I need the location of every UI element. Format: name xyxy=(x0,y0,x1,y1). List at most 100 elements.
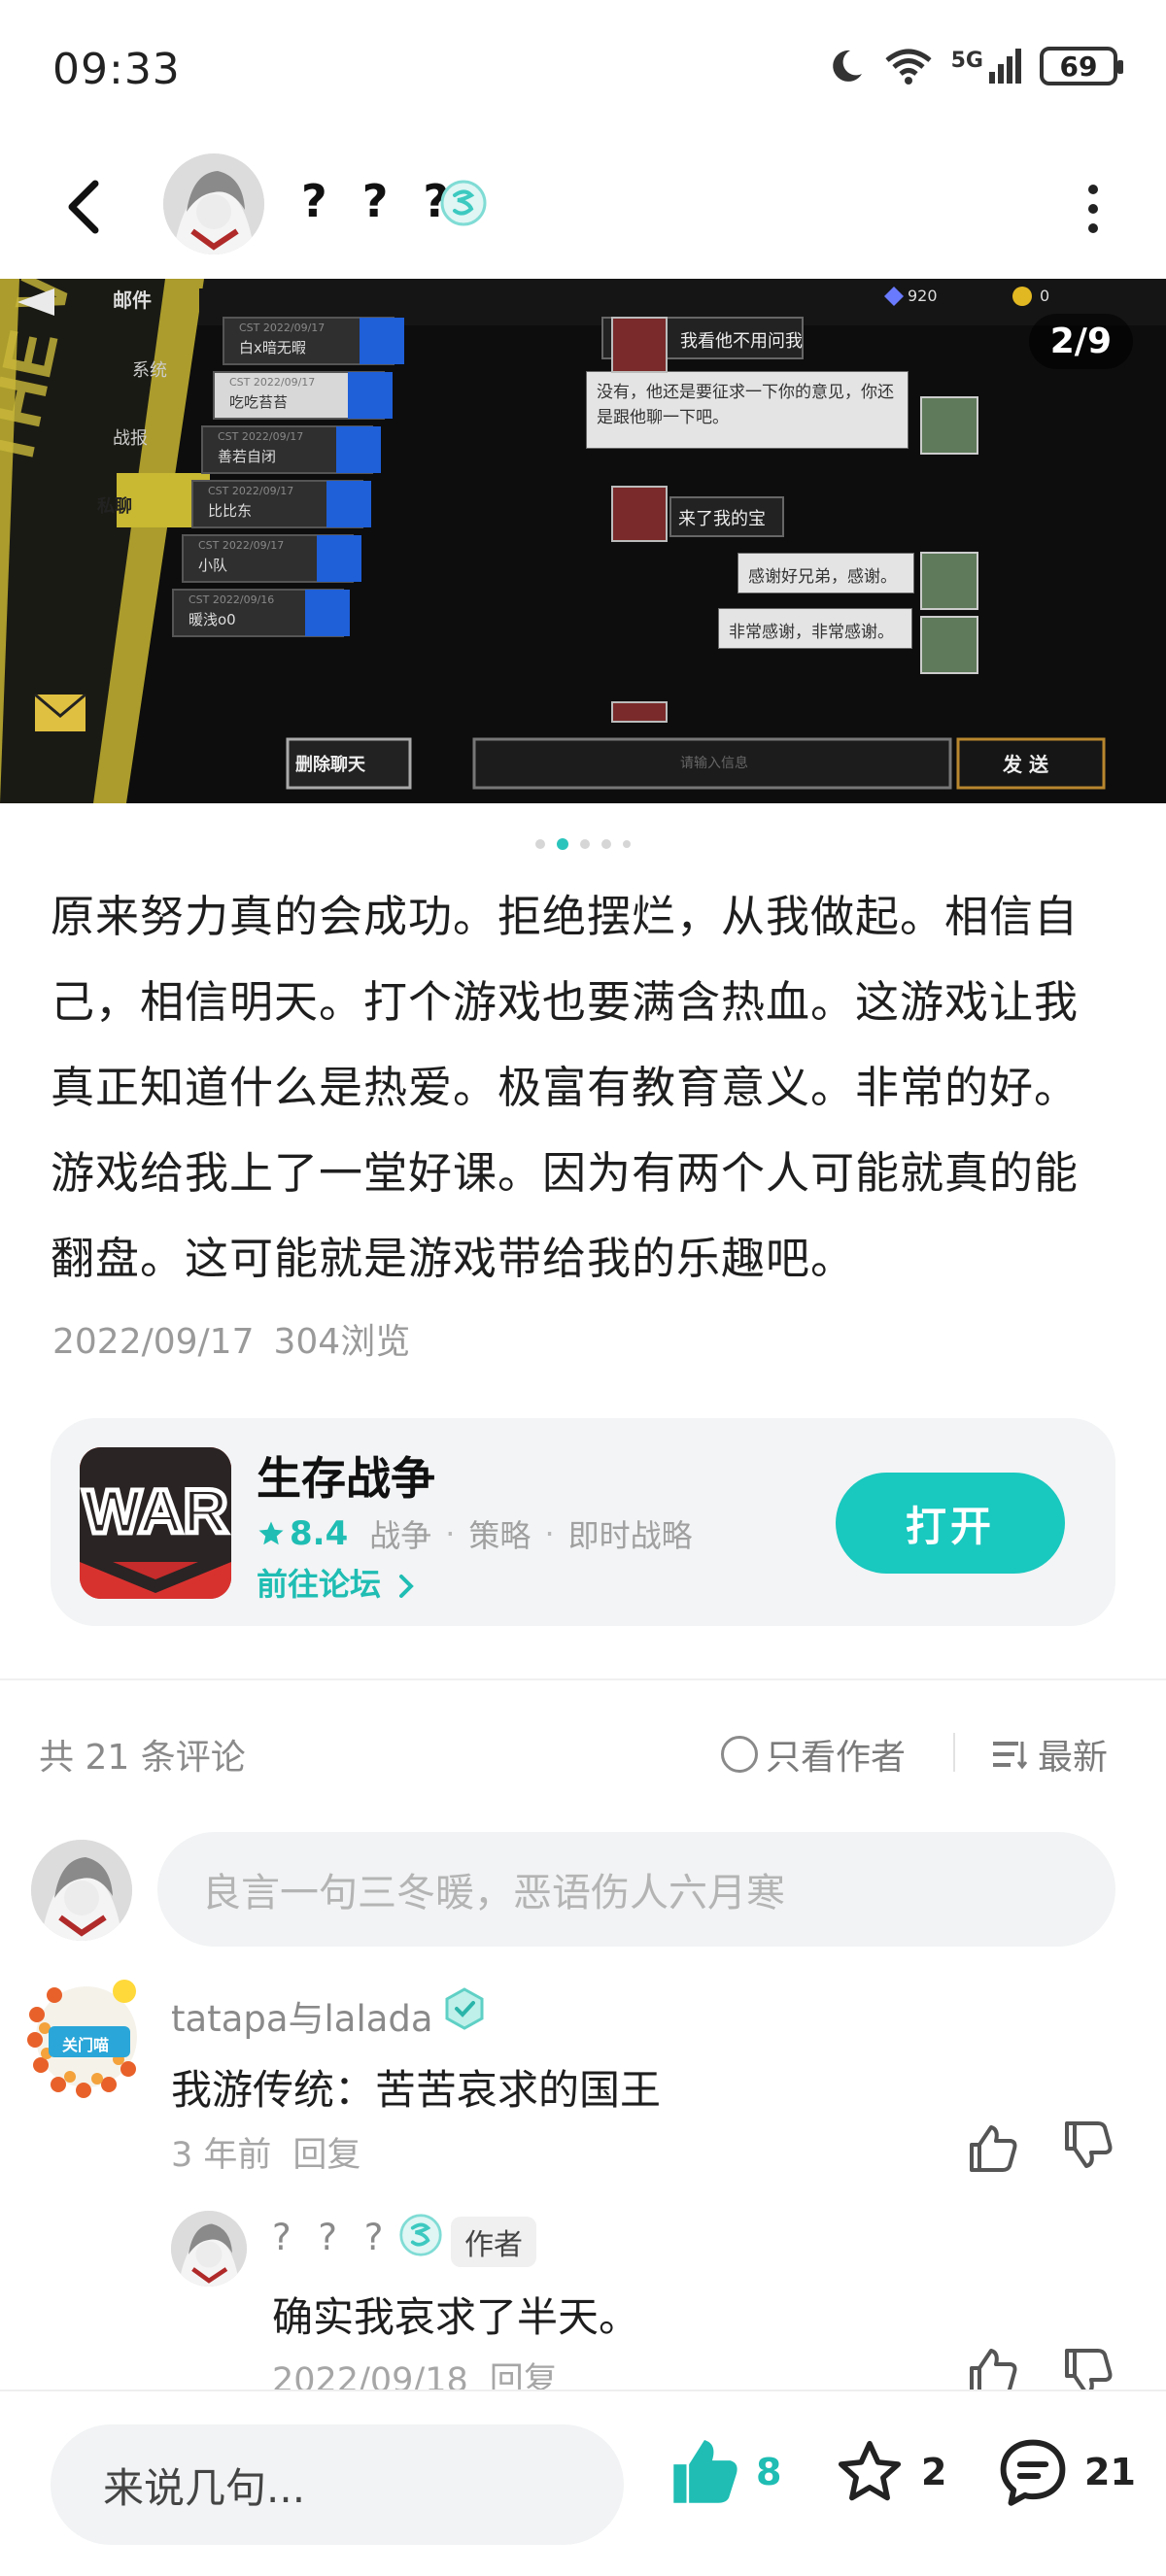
sort-icon xyxy=(993,1742,1028,1770)
commenter-name[interactable]: tatapa与lalada xyxy=(171,1989,433,2042)
level-badge-icon xyxy=(399,2214,442,2256)
like-button[interactable]: 8 xyxy=(669,2436,781,2508)
like-count: 8 xyxy=(756,2451,782,2493)
carousel-dot[interactable] xyxy=(601,839,611,849)
game-mail-name-2: 吃吃苔苔 xyxy=(229,393,289,411)
game-tag: 策略 xyxy=(468,1517,532,1554)
wifi-icon xyxy=(885,49,932,85)
author-only-toggle[interactable]: 只看作者 xyxy=(721,1729,906,1779)
author-avatar[interactable] xyxy=(163,153,264,254)
carousel-dots xyxy=(0,838,1166,850)
carousel-dot[interactable] xyxy=(580,839,590,849)
thumbs-down-icon[interactable] xyxy=(1061,2118,1115,2172)
game-tag: 即时战略 xyxy=(567,1517,693,1554)
comment-meta: 3 年前 回复 xyxy=(171,2127,360,2177)
post-image-carousel[interactable]: THE WAR xyxy=(0,279,1166,803)
header-separator xyxy=(953,1733,955,1772)
back-arrow-icon xyxy=(68,180,99,234)
reply-text: 确实我哀求了半天。 xyxy=(272,2293,640,2341)
comment-input[interactable]: 良言一句三冬暖，恶语伤人六月寒 xyxy=(157,1832,1115,1947)
game-message-4: 感谢好兄弟，感谢。 xyxy=(748,567,897,587)
game-screenshot: THE WAR xyxy=(0,279,1166,803)
favorite-count: 2 xyxy=(921,2451,947,2493)
favorite-button[interactable]: 2 xyxy=(834,2436,946,2508)
quick-comment-input[interactable]: 来说几句... xyxy=(51,2424,624,2545)
chevron-right-icon xyxy=(399,1575,414,1598)
open-game-button[interactable]: 打开 xyxy=(836,1473,1065,1574)
game-score: 8.4 xyxy=(290,1514,349,1553)
game-mail-name-6: 暖浅o0 xyxy=(189,611,236,628)
back-button[interactable] xyxy=(54,173,113,241)
forum-link[interactable]: 前往论坛 xyxy=(257,1560,417,1605)
more-options-button[interactable] xyxy=(1079,185,1108,233)
avatar-illustration xyxy=(31,1840,132,1941)
post-meta: 2022/09/17 304浏览 xyxy=(52,1313,410,1364)
game-name[interactable]: 生存战争 xyxy=(257,1443,435,1508)
reply-author-avatar[interactable] xyxy=(171,2211,247,2287)
reply-button[interactable]: 回复 xyxy=(292,2136,360,2175)
tag-separator: · xyxy=(445,1515,456,1552)
carousel-dot[interactable] xyxy=(623,840,631,848)
reply-author-name[interactable]: ? ? ? xyxy=(272,2217,391,2258)
carousel-dot[interactable] xyxy=(535,839,545,849)
comments-button[interactable]: 21 xyxy=(997,2436,1136,2508)
commenter-avatar[interactable]: 关门喵 xyxy=(25,1976,148,2098)
game-mail-name-4: 比比东 xyxy=(208,502,253,520)
quick-comment-placeholder: 来说几句... xyxy=(103,2463,306,2512)
game-mail-name-1: 白x暗无暇 xyxy=(239,339,306,356)
comment-text: 我游传统：苦苦哀求的国王 xyxy=(171,2066,662,2114)
verified-badge-icon xyxy=(445,1987,484,2030)
post-views: 304浏览 xyxy=(273,1322,411,1362)
level-badge-icon xyxy=(440,180,487,226)
game-mail-date-2: CST 2022/09/17 xyxy=(229,376,316,389)
game-info: 8.4 战争 · 策略 · 即时战略 xyxy=(257,1511,693,1556)
game-mail-name-5: 小队 xyxy=(198,557,228,574)
network-label: 5G xyxy=(950,49,983,73)
game-mail-date-3: CST 2022/09/17 xyxy=(218,430,304,443)
thumbs-up-filled-icon xyxy=(673,2439,737,2503)
game-ui-tab-private: 私聊 xyxy=(97,496,132,517)
status-bar: 09:33 5G 69 xyxy=(0,0,1166,146)
game-ui-tab-system: 系统 xyxy=(132,360,167,381)
star-outline-icon xyxy=(838,2440,902,2501)
game-ui-diamonds: 920 xyxy=(908,287,938,305)
comments-count: 21 xyxy=(1084,2451,1136,2493)
game-message-2: 没有，他还是要征求一下你的意见，你还是跟他聊一下吧。 xyxy=(597,383,894,427)
author-name[interactable]: ? ? ? xyxy=(301,175,459,227)
comment-input-placeholder: 良言一句三冬暖，恶语伤人六月寒 xyxy=(202,1871,785,1915)
game-mail-date-1: CST 2022/09/17 xyxy=(239,322,326,334)
game-mail-date-6: CST 2022/09/16 xyxy=(189,593,275,606)
bottom-action-bar: 来说几句... 8 2 21 xyxy=(0,2390,1166,2576)
post-header: ? ? ? xyxy=(0,146,1166,272)
thumbs-up-icon[interactable] xyxy=(966,2121,1020,2176)
avatar-illustration xyxy=(163,153,264,254)
carousel-dot-active[interactable] xyxy=(557,838,568,850)
game-ui-tab-report: 战报 xyxy=(113,428,148,449)
sort-button[interactable]: 最新 xyxy=(991,1729,1108,1779)
game-input-placeholder: 请输入信息 xyxy=(680,756,748,771)
status-time: 09:33 xyxy=(52,45,181,94)
my-avatar xyxy=(31,1840,132,1941)
game-mail-name-3: 善若自闭 xyxy=(218,448,277,465)
author-only-label: 只看作者 xyxy=(766,1738,907,1778)
forum-link-label: 前往论坛 xyxy=(257,1566,382,1603)
game-message-3: 来了我的宝 xyxy=(678,509,766,529)
comment-time: 3 年前 xyxy=(171,2136,272,2175)
avatar-illustration xyxy=(171,2211,247,2287)
game-delete-chat: 删除聊天 xyxy=(295,755,365,775)
war-logo-text: WAR xyxy=(83,1476,227,1546)
moon-icon xyxy=(832,50,862,82)
tag-separator: · xyxy=(544,1515,555,1552)
author-tag: 作者 xyxy=(451,2217,536,2267)
war-logo-icon: WAR xyxy=(80,1447,231,1599)
game-message-5: 非常感谢，非常感谢。 xyxy=(729,623,894,642)
sort-label: 最新 xyxy=(1038,1738,1109,1778)
game-send: 发 送 xyxy=(1003,753,1048,776)
post-date: 2022/09/17 xyxy=(52,1322,255,1362)
image-pager: 2/9 xyxy=(1028,314,1133,369)
game-card[interactable]: WAR 生存战争 8.4 战争 · 策略 · 即时战略 前往论坛 打开 xyxy=(51,1418,1115,1626)
signal-group: 5G xyxy=(951,49,1022,84)
star-icon xyxy=(258,1521,284,1545)
game-tag: 战争 xyxy=(369,1517,432,1554)
section-divider xyxy=(0,1678,1166,1680)
